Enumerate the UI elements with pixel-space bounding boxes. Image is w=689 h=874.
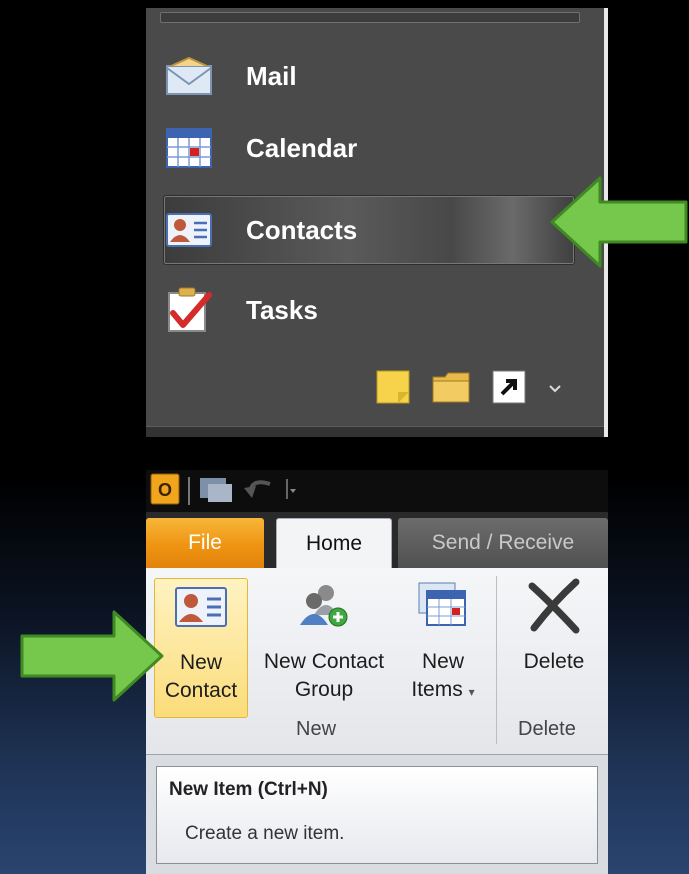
tooltip-title: New Item (Ctrl+N)	[169, 779, 328, 800]
nav-item-label: Contacts	[246, 214, 358, 245]
nav-item-calendar[interactable]: Calendar	[164, 116, 574, 180]
nav-item-tasks[interactable]: Tasks	[164, 278, 574, 342]
group-label-new: New	[296, 718, 337, 740]
nav-shortcut-bar	[376, 370, 562, 409]
ribbon-tab-strip: File Home Send / Receive	[146, 512, 608, 569]
new-items-icon	[415, 578, 471, 634]
tab-file[interactable]: File	[146, 518, 264, 568]
highlight-arrow-icon	[20, 610, 164, 702]
highlight-arrow-icon	[550, 176, 688, 268]
delete-button[interactable]: Delete	[508, 578, 600, 676]
delete-x-icon	[526, 578, 582, 634]
outlook-app-icon[interactable]: O	[150, 473, 180, 510]
contact-group-icon	[296, 578, 352, 634]
nav-item-contacts[interactable]: Contacts	[163, 195, 575, 265]
tasks-checkbox-icon	[164, 285, 214, 335]
send-receive-icon[interactable]	[198, 474, 234, 509]
undo-icon[interactable]	[242, 474, 276, 509]
group-separator	[496, 576, 497, 744]
quick-access-toolbar: O	[146, 470, 608, 512]
button-label: Delete	[523, 650, 585, 673]
new-items-dropdown-button[interactable]: New Items ▾	[400, 578, 486, 706]
ribbon-home-panel: New Contact New Contact Group New Items …	[146, 568, 608, 755]
pane-splitter[interactable]	[160, 12, 580, 23]
tab-home[interactable]: Home	[276, 518, 392, 569]
contact-card-icon	[164, 205, 214, 255]
nav-item-mail[interactable]: Mail	[164, 44, 574, 108]
note-icon[interactable]	[376, 370, 410, 409]
nav-item-label: Mail	[246, 60, 297, 91]
contact-card-icon	[173, 579, 229, 635]
nav-item-label: Calendar	[246, 132, 358, 163]
button-label: New Contact Group	[263, 650, 385, 701]
group-label-delete: Delete	[518, 718, 576, 740]
nav-item-label: Tasks	[246, 294, 318, 325]
new-contact-button[interactable]: New Contact	[154, 578, 248, 718]
tooltip: New Item (Ctrl+N) Create a new item.	[156, 766, 598, 864]
button-label: New Items ▾	[411, 650, 475, 701]
dropdown-arrow-icon: ▾	[468, 685, 475, 699]
ribbon: O File Home Send / Receive New Contact N…	[146, 470, 608, 874]
separator	[188, 477, 190, 505]
shortcut-icon[interactable]	[492, 370, 526, 409]
navigation-pane: Mail Calendar Contacts Tasks	[146, 8, 608, 437]
mail-icon	[164, 51, 214, 101]
configure-chevron-icon[interactable]	[548, 381, 562, 399]
tooltip-description: Create a new item.	[185, 823, 345, 844]
svg-text:O: O	[158, 480, 172, 500]
customize-qat-icon[interactable]	[284, 477, 298, 506]
nav-footer-bar	[146, 426, 604, 437]
button-label: New Contact	[164, 651, 238, 702]
folder-icon[interactable]	[432, 371, 470, 408]
tab-send-receive[interactable]: Send / Receive	[398, 518, 608, 568]
calendar-icon	[164, 123, 214, 173]
new-contact-group-button[interactable]: New Contact Group	[254, 578, 394, 704]
